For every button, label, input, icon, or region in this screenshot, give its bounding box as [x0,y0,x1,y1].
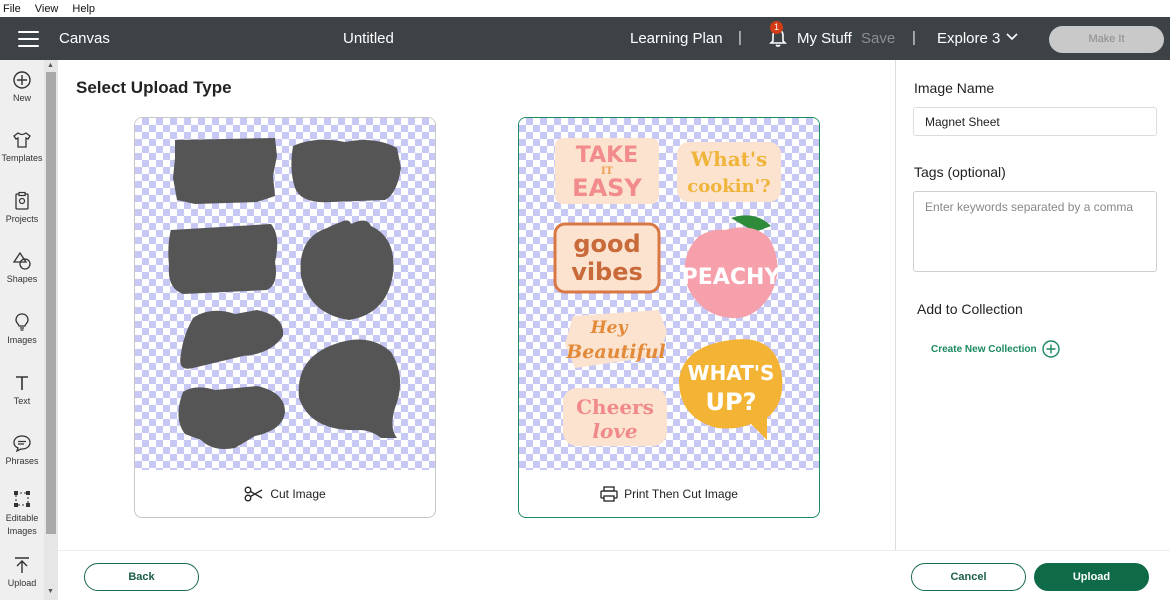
hamburger-menu-icon[interactable] [18,31,39,47]
plus-circle-icon [13,71,31,89]
my-stuff-link[interactable]: My Stuff [797,30,852,47]
print-then-cut-label-row: Print Then Cut Image [519,470,819,517]
sidebar-item-label: New [12,93,31,103]
sticker-text: Hey [590,318,629,338]
upload-icon [15,557,29,573]
save-button[interactable]: Save [861,30,895,47]
canvas-title: Canvas [59,30,110,47]
tags-label: Tags (optional) [914,164,1006,180]
header-separator: | [912,29,916,46]
header-separator: | [738,29,742,46]
sticker-text: TAKE [576,143,638,168]
sidebar-item-new[interactable]: New [0,70,44,103]
speech-bubble-icon [13,435,31,453]
sidebar-item-label: Text [13,396,31,406]
sidebar-item-shapes[interactable]: Shapes [0,251,44,284]
machine-selector[interactable]: Explore 3 [937,30,1000,47]
scroll-up-arrow-icon[interactable]: ▲ [47,62,54,69]
create-new-collection-link[interactable]: Create New Collection [931,340,1060,358]
scroll-down-arrow-icon[interactable]: ▼ [47,588,54,595]
tags-input[interactable] [913,191,1157,272]
notification-badge: 1 [770,21,783,34]
sticker-text: vibes [571,258,643,286]
sticker-text: EASY [572,174,642,202]
cancel-button[interactable]: Cancel [911,563,1026,591]
sidebar-item-label: Editable Images [5,513,39,536]
sticker-text: UP? [706,388,757,416]
clipboard-icon [15,191,29,210]
sidebar-item-templates[interactable]: Templates [0,130,44,163]
scissors-icon [244,486,263,502]
upload-button[interactable]: Upload [1034,563,1149,591]
back-button[interactable]: Back [84,563,199,591]
shapes-icon [12,251,31,270]
sticker-text: love [592,419,637,443]
printer-icon [600,486,618,502]
sidebar-item-label: Images [7,335,37,345]
top-bar: Canvas Untitled Learning Plan | 1 My Stu… [0,17,1170,60]
sidebar-item-phrases[interactable]: Phrases [0,433,44,466]
bulb-icon [15,313,29,331]
edit-path-icon [14,491,30,507]
sidebar-item-text[interactable]: Text [0,373,44,406]
print-then-cut-option[interactable]: TAKE IT EASY What's cookin'? good vibes … [518,117,820,518]
sidebar-item-label: Projects [5,214,39,224]
plus-circle-icon [1041,340,1060,358]
sidebar-item-images[interactable]: Images [0,312,44,345]
sidebar-item-projects[interactable]: Projects [0,191,44,224]
print-then-cut-label: Print Then Cut Image [624,487,738,501]
image-name-input[interactable] [913,107,1157,136]
menu-help[interactable]: Help [72,3,95,15]
chevron-down-icon[interactable] [1005,29,1019,43]
cut-silhouette-preview [168,138,401,449]
sticker-text: cookin'? [687,176,770,197]
cut-image-label-row: Cut Image [135,470,435,517]
sidebar-item-label: Upload [7,578,37,588]
shirt-icon [13,132,31,148]
text-icon [16,376,28,390]
cut-image-label: Cut Image [270,487,326,501]
menu-file[interactable]: File [3,3,21,15]
page-title: Select Upload Type [76,78,232,97]
sidebar-item-upload[interactable]: Upload [0,555,44,588]
menu-view[interactable]: View [35,3,59,15]
sticker-text: WHAT'S [688,361,775,385]
image-name-label: Image Name [914,80,995,96]
menu-bar: File View Help [0,0,1170,17]
sticker-text: What's [690,147,768,171]
sticker-text: good [573,230,640,258]
document-title: Untitled [343,30,394,47]
sidebar-item-label: Phrases [5,456,39,466]
cut-image-option[interactable]: Cut Image [134,117,436,518]
sidebar-item-label: Shapes [6,274,38,284]
make-it-button[interactable]: Make It [1049,26,1164,53]
sticker-text: Cheers [576,395,654,419]
scrollbar-thumb[interactable] [46,72,56,534]
sticker-text: Beautiful [565,341,665,363]
create-new-collection-label: Create New Collection [931,343,1037,355]
learning-plan-link[interactable]: Learning Plan [630,30,723,47]
sidebar-item-label: Templates [1,153,43,163]
sidebar-item-editable-images[interactable]: Editable Images [0,489,44,538]
sticker-sheet-preview: TAKE IT EASY What's cookin'? good vibes … [553,138,783,446]
sticker-text: PEACHY [682,265,782,290]
add-to-collection-label: Add to Collection [917,301,1023,317]
